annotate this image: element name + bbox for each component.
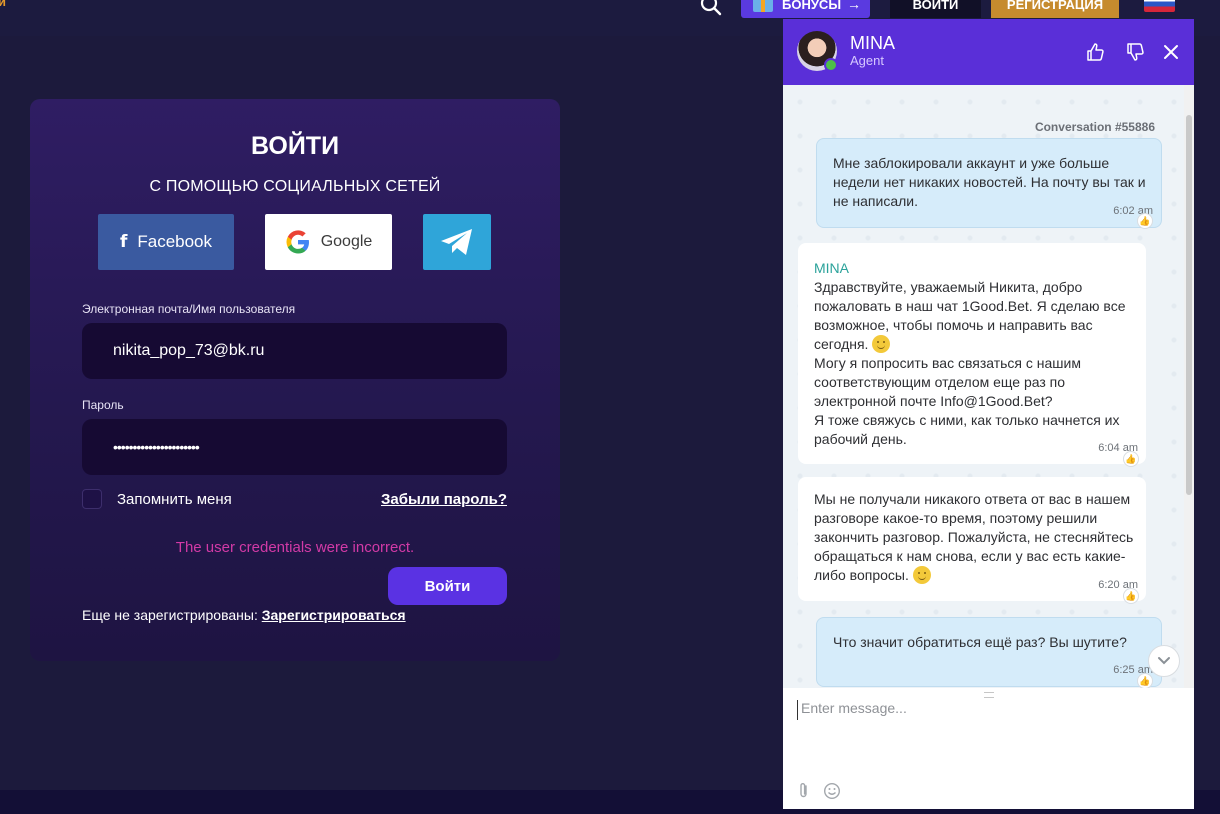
like-message-icon[interactable]: 👍	[1137, 213, 1153, 229]
facebook-icon: f	[119, 232, 128, 252]
agent-role: Agent	[850, 53, 884, 68]
login-title: ВОЙТИ	[250, 132, 340, 160]
close-icon[interactable]	[1161, 42, 1181, 62]
agent-message: Мы не получали никакого ответа от вас в …	[798, 477, 1146, 601]
like-message-icon[interactable]: 👍	[1123, 588, 1139, 604]
google-icon	[286, 230, 309, 254]
password-field[interactable]: ••••••••••••••••••••••	[82, 419, 507, 475]
email-label: Электронная почта/Имя пользователя	[82, 302, 296, 316]
emoji-icon	[912, 566, 931, 584]
language-flag-icon[interactable]	[1144, 0, 1175, 12]
like-message-icon[interactable]: 👍	[1123, 451, 1139, 467]
like-message-icon[interactable]: 👍	[1137, 673, 1153, 688]
message-sender: MINA	[814, 260, 849, 276]
password-label: Пароль	[82, 398, 124, 412]
register-prompt-text: Еще не зарегистрированы:	[82, 607, 262, 623]
message-text: Что значит обратиться ещё раз? Вы шутите…	[833, 634, 1127, 650]
bonus-label: БОНУСЫ	[782, 0, 842, 12]
chat-message-area[interactable]: Conversation #55886 Мне заблокировали ак…	[783, 85, 1184, 688]
register-link[interactable]: Зарегистрироваться	[262, 607, 406, 623]
remember-me-checkbox[interactable]	[82, 489, 102, 509]
forgot-password-link[interactable]: Забыли пароль?	[381, 491, 507, 508]
chevron-down-icon	[1158, 657, 1170, 665]
chat-widget: MINA Agent Conversation #55886 Мне забло…	[783, 19, 1194, 809]
search-icon[interactable]	[700, 0, 722, 16]
nav-edge-text[interactable]: и	[0, 0, 6, 9]
thumbs-up-icon[interactable]	[1085, 42, 1105, 62]
smile-icon[interactable]	[823, 782, 841, 800]
password-value: ••••••••••••••••••••••	[113, 439, 200, 455]
message-text: Мне заблокировали аккаунт и уже больше н…	[833, 155, 1146, 209]
register-prompt: Еще не зарегистрированы: Зарегистрироват…	[82, 607, 406, 623]
agent-message: MINA Здравствуйте, уважаемый Никита, доб…	[798, 243, 1146, 464]
user-message: Мне заблокировали аккаунт и уже больше н…	[816, 138, 1162, 228]
online-status-icon	[824, 58, 838, 72]
user-message: Что значит обратиться ещё раз? Вы шутите…	[816, 617, 1162, 687]
agent-avatar	[797, 31, 838, 72]
message-input[interactable]: Enter message...	[797, 700, 1181, 720]
input-resize-grip[interactable]	[984, 692, 994, 698]
thumbs-down-icon[interactable]	[1125, 42, 1145, 62]
social-login-subtitle: С ПОМОЩЬЮ СОЦИАЛЬНЫХ СЕТЕЙ	[149, 178, 441, 195]
email-field[interactable]: nikita_pop_73@bk.ru	[82, 323, 507, 379]
login-card: ВОЙТИ С ПОМОЩЬЮ СОЦИАЛЬНЫХ СЕТЕЙ f Faceb…	[30, 99, 560, 661]
telegram-icon	[441, 229, 472, 255]
bonus-button[interactable]: БОНУСЫ →	[741, 0, 870, 18]
login-submit-button[interactable]: Войти	[388, 567, 507, 605]
scrollbar-thumb[interactable]	[1186, 115, 1192, 495]
facebook-label: Facebook	[137, 232, 213, 251]
chat-header: MINA Agent	[783, 19, 1194, 85]
email-value: nikita_pop_73@bk.ru	[113, 342, 265, 359]
facebook-login-button[interactable]: f Facebook	[98, 214, 234, 270]
header-login-button[interactable]: ВОЙТИ	[890, 0, 981, 18]
scroll-to-bottom-button[interactable]	[1148, 645, 1180, 677]
agent-name: MINA	[850, 33, 895, 53]
gift-icon	[753, 0, 773, 12]
chat-scrollbar[interactable]	[1184, 85, 1194, 688]
paperclip-icon[interactable]	[797, 782, 811, 800]
conversation-id: Conversation #55886	[1034, 120, 1155, 134]
arrow-right-icon: →	[847, 0, 862, 12]
message-text: Мы не получали никакого ответа от вас в …	[814, 491, 1134, 583]
header-register-button[interactable]: РЕГИСТРАЦИЯ	[991, 0, 1119, 18]
emoji-icon	[872, 335, 891, 353]
login-error-message: The user credentials were incorrect.	[175, 539, 415, 556]
message-text: Могу я попросить вас связаться с нашим с…	[814, 355, 1081, 409]
telegram-login-button[interactable]	[423, 214, 491, 270]
google-label: Google	[320, 233, 373, 250]
message-text: Я тоже свяжусь с ними, как только начнет…	[814, 412, 1120, 447]
remember-me-label[interactable]: Запомнить меня	[117, 491, 232, 508]
google-login-button[interactable]: Google	[265, 214, 392, 270]
message-text: Здравствуйте, уважаемый Никита, добро по…	[814, 279, 1126, 352]
